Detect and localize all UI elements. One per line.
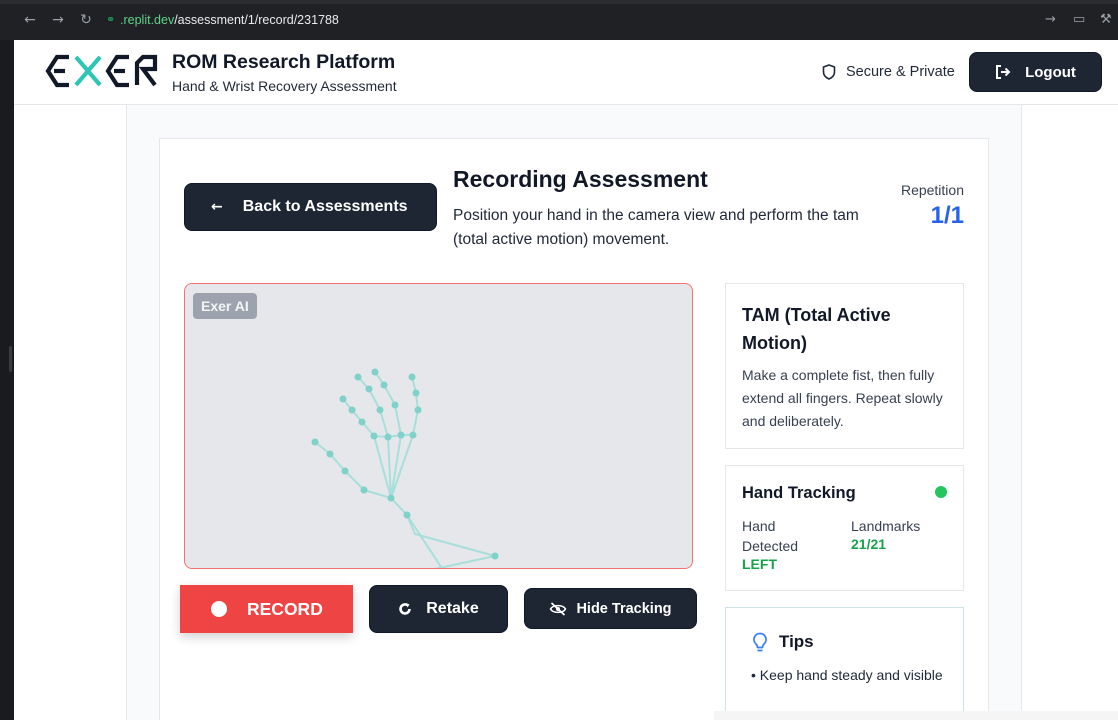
hide-tracking-label: Hide Tracking [576, 600, 672, 617]
link-icon: ⚭ [106, 13, 116, 26]
address-bar[interactable]: ⚭ .replit.dev/assessment/1/record/231788 [100, 9, 1070, 33]
app-header: ROM Research Platform Hand & Wrist Recov… [14, 40, 1118, 105]
camera-view: Exer AI [184, 283, 693, 569]
record-button[interactable]: RECORD [180, 585, 353, 633]
secure-label: Secure & Private [846, 64, 955, 80]
record-dot-icon [211, 601, 227, 617]
shield-icon [822, 64, 836, 80]
retake-label: Retake [426, 600, 479, 617]
hand-tracking-title: Hand Tracking [742, 484, 856, 502]
back-arrow-icon[interactable]: ← [22, 12, 38, 28]
eye-off-icon [550, 601, 567, 616]
hand-detected-label: Hand Detected [742, 518, 799, 554]
logout-label: Logout [1025, 63, 1076, 81]
exer-logo [45, 54, 158, 88]
reload-icon[interactable]: ↻ [78, 12, 94, 28]
browser-toolbar: ← → ↻ ⚭ .replit.dev/assessment/1/record/… [0, 0, 1118, 40]
instruction-text: Position your hand in the camera view an… [453, 207, 859, 248]
brand-subtitle: Hand & Wrist Recovery Assessment [172, 78, 397, 94]
display-icon[interactable]: ▭ [1073, 12, 1085, 28]
hand-tracking-card: Hand Tracking Hand Detected LEFT Landmar… [725, 465, 964, 591]
exer-ai-badge: Exer AI [193, 293, 257, 319]
record-label: RECORD [247, 598, 323, 619]
tam-title: TAM (Total Active Motion) [742, 305, 891, 353]
tip-item: • Keep hand steady and visible [751, 667, 943, 683]
page-title: Recording Assessment [453, 166, 708, 192]
brand-title: ROM Research Platform [172, 51, 396, 73]
logout-icon [996, 65, 1011, 79]
hand-skeleton-overlay [311, 368, 499, 568]
tips-title: Tips [779, 632, 814, 651]
landmarks-value: 21/21 [851, 536, 887, 552]
repetition-counter: 1/1 [930, 202, 964, 229]
send-icon[interactable]: → [1045, 12, 1056, 28]
resize-handle[interactable] [9, 346, 12, 372]
retake-button[interactable]: Retake [369, 585, 508, 633]
back-label: Back to Assessments [242, 198, 408, 215]
forward-arrow-icon[interactable]: → [50, 12, 66, 28]
lightbulb-icon [753, 632, 767, 652]
side-panel-edge [0, 40, 14, 720]
arrow-left-icon: ← [211, 199, 223, 215]
tracking-status-dot [935, 486, 947, 498]
retake-icon [399, 603, 412, 615]
landmarks-label: Landmarks [851, 518, 921, 534]
repetition-label: Repetition [900, 182, 964, 198]
hand-detected-value: LEFT [742, 556, 777, 572]
back-to-assessments-button[interactable]: ← Back to Assessments [184, 183, 437, 231]
tab-strip [0, 0, 1118, 4]
tam-description: Make a complete fist, then fully extend … [742, 367, 943, 429]
wrench-icon[interactable]: ⚒ [1100, 12, 1112, 28]
tam-info-card: TAM (Total Active Motion) Make a complet… [725, 283, 964, 449]
hide-tracking-button[interactable]: Hide Tracking [524, 588, 697, 629]
secure-indicator: Secure & Private [822, 63, 955, 81]
bottom-edge [714, 711, 1118, 720]
tips-card: Tips • Keep hand steady and visible [725, 607, 964, 720]
logout-button[interactable]: Logout [969, 52, 1102, 92]
url-text: .replit.dev/assessment/1/record/231788 [120, 13, 339, 27]
